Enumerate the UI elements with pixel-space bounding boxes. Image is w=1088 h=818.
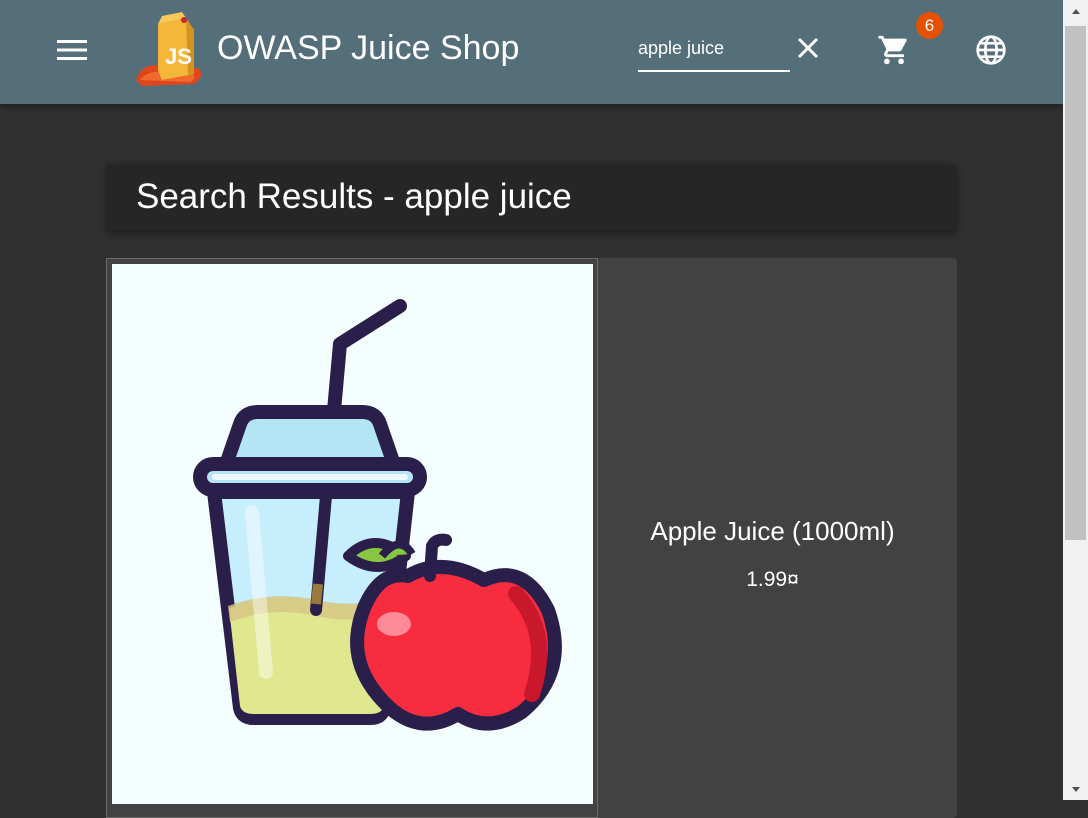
globe-icon xyxy=(976,35,1006,65)
scroll-down-button[interactable] xyxy=(1063,778,1088,800)
juice-shop-logo[interactable]: JS xyxy=(132,8,208,88)
product-price: 1.99¤ xyxy=(746,568,799,591)
language-button[interactable] xyxy=(968,28,1014,72)
cart-count-badge: 6 xyxy=(916,12,943,39)
logo-text: JS xyxy=(165,44,192,69)
search-results-heading: Search Results - apple juice xyxy=(136,177,572,216)
menu-icon xyxy=(57,40,87,60)
product-name[interactable]: Apple Juice (1000ml) xyxy=(598,514,947,548)
top-toolbar: JS OWASP Juice Shop 6 xyxy=(0,0,1063,104)
scroll-up-button[interactable] xyxy=(1063,0,1088,22)
menu-button[interactable] xyxy=(48,26,96,74)
scrollbar-thumb[interactable] xyxy=(1065,26,1086,540)
apple-juice-icon xyxy=(193,299,562,731)
clear-search-button[interactable] xyxy=(790,28,826,68)
app-title[interactable]: OWASP Juice Shop xyxy=(217,26,519,70)
scroll-up-arrow-icon xyxy=(1071,8,1080,14)
search-results-header: Search Results - apple juice xyxy=(107,164,956,230)
search-field[interactable] xyxy=(638,36,790,72)
close-icon xyxy=(797,37,819,59)
cart-icon xyxy=(878,35,907,65)
product-image[interactable] xyxy=(112,264,593,804)
search-input[interactable] xyxy=(638,38,788,59)
cart-button[interactable] xyxy=(870,28,918,72)
scroll-down-arrow-icon xyxy=(1071,786,1080,792)
